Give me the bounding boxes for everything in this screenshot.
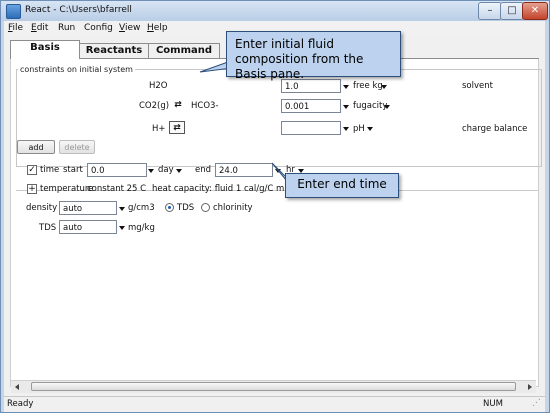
app-icon <box>6 4 21 19</box>
time-label: time <box>40 165 60 175</box>
temperature-label: temperature <box>40 184 94 194</box>
close-button[interactable]: ✕ <box>522 2 548 20</box>
add-button[interactable]: add <box>17 140 55 154</box>
tab-command[interactable]: Command <box>148 43 220 58</box>
horizontal-scrollbar[interactable] <box>11 380 536 393</box>
dropdown-arrow-icon[interactable] <box>367 127 373 131</box>
status-ready: Ready <box>7 399 34 409</box>
chlorinity-radio[interactable] <box>201 203 210 212</box>
dropdown-arrow-icon[interactable] <box>343 105 349 109</box>
scroll-right-icon[interactable] <box>528 384 532 390</box>
minimize-button[interactable]: – <box>478 2 502 20</box>
start-field[interactable]: 0.0 <box>87 163 147 177</box>
density-unit: g/cm3 <box>128 203 155 213</box>
hplus-value-field[interactable] <box>281 121 341 135</box>
tds-radio[interactable] <box>165 203 174 212</box>
swap-species-hco3: HCO3- <box>191 101 219 111</box>
callout-basis: Enter initial fluid composition from the… <box>226 31 401 81</box>
dropdown-arrow-icon[interactable] <box>384 105 390 109</box>
menu-config[interactable]: Config <box>84 23 113 33</box>
delete-button[interactable]: delete <box>59 140 95 154</box>
tds-field[interactable]: auto <box>59 220 117 234</box>
dropdown-arrow-icon[interactable] <box>275 169 281 173</box>
window-title: React - C:\Users\bfarrell <box>25 5 132 15</box>
title-bar[interactable]: React - C:\Users\bfarrell – □ ✕ <box>1 1 549 21</box>
tds-radio-label: TDS <box>177 203 195 213</box>
tds-unit: mg/kg <box>128 223 155 233</box>
swap-icon[interactable]: ⇄ <box>169 121 185 134</box>
hplus-unit[interactable]: pH <box>353 124 365 134</box>
species-hplus: H+ <box>152 124 166 134</box>
co2g-unit[interactable]: fugacity <box>353 101 387 111</box>
menu-file[interactable]: File <box>8 23 23 33</box>
dropdown-arrow-icon[interactable] <box>148 169 154 173</box>
scrollbar-thumb[interactable] <box>31 382 516 391</box>
dropdown-arrow-icon[interactable] <box>119 207 125 211</box>
temperature-value: constant 25 C <box>87 184 147 194</box>
density-field[interactable]: auto <box>59 201 117 215</box>
swap-icon[interactable]: ⇄ <box>170 99 186 112</box>
time-checkbox[interactable]: ✓ <box>27 165 37 175</box>
dropdown-arrow-icon[interactable] <box>343 85 349 89</box>
co2g-value-field[interactable]: 0.001 <box>281 99 341 113</box>
end-field[interactable]: 24.0 <box>215 163 273 177</box>
maximize-button[interactable]: □ <box>500 2 524 20</box>
species-h2o: H2O <box>149 81 168 91</box>
client-area: Basis Reactants Command constraints on i… <box>4 36 545 396</box>
scroll-left-icon[interactable] <box>15 384 19 390</box>
dropdown-arrow-icon[interactable] <box>119 226 125 230</box>
menu-run[interactable]: Run <box>58 23 75 33</box>
dropdown-arrow-icon[interactable] <box>381 85 387 89</box>
h2o-unit[interactable]: free kg <box>353 81 383 91</box>
menu-edit[interactable]: Edit <box>31 23 48 33</box>
grip-icon[interactable]: ⋰ <box>532 398 541 408</box>
tab-basis[interactable]: Basis <box>10 40 80 59</box>
hplus-note: charge balance <box>462 124 528 134</box>
status-bar: Ready NUM ⋰ <box>4 396 545 412</box>
menu-help[interactable]: Help <box>147 23 168 33</box>
tab-reactants[interactable]: Reactants <box>78 43 150 58</box>
dropdown-arrow-icon[interactable] <box>176 169 182 173</box>
expand-temperature-icon[interactable]: + <box>27 184 37 194</box>
menu-view[interactable]: View <box>119 23 140 33</box>
callout-end-time: Enter end time <box>285 173 399 198</box>
tds-label: TDS <box>39 223 57 233</box>
status-num: NUM <box>483 399 503 409</box>
start-label: start <box>63 165 83 175</box>
density-label: density <box>26 203 58 213</box>
dropdown-arrow-icon[interactable] <box>343 127 349 131</box>
constraints-group-label: constraints on initial system <box>18 65 135 74</box>
h2o-note: solvent <box>462 81 493 91</box>
chlorinity-radio-label: chlorinity <box>213 203 253 213</box>
end-label: end <box>195 165 212 175</box>
species-co2g: CO2(g) <box>139 101 170 111</box>
start-unit[interactable]: day <box>158 165 174 175</box>
